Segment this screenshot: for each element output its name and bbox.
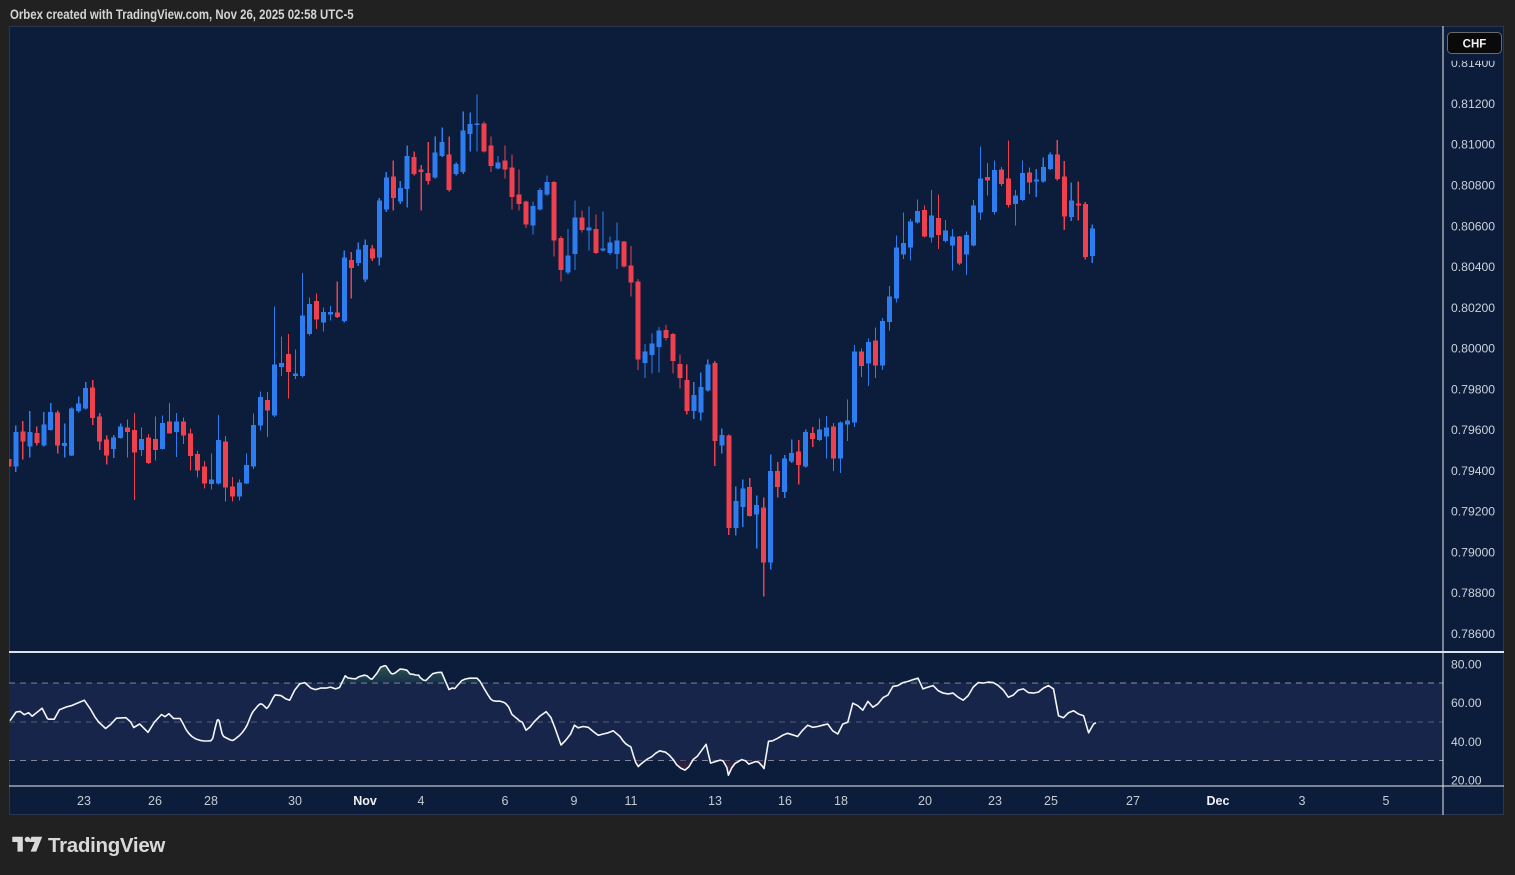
svg-text:80.00: 80.00 (1451, 658, 1482, 672)
svg-text:26: 26 (148, 794, 162, 808)
svg-text:CHF: CHF (1463, 39, 1487, 51)
svg-text:23: 23 (77, 794, 91, 808)
svg-text:Dec: Dec (1207, 794, 1230, 808)
svg-text:27: 27 (1126, 794, 1140, 808)
svg-text:0.79400: 0.79400 (1451, 464, 1495, 478)
svg-text:3: 3 (1299, 794, 1306, 808)
svg-text:11: 11 (625, 794, 638, 808)
svg-text:6: 6 (502, 794, 509, 808)
svg-text:0.79600: 0.79600 (1451, 423, 1495, 437)
svg-text:TradingView: TradingView (48, 834, 165, 857)
svg-text:20.00: 20.00 (1451, 773, 1482, 787)
svg-text:13: 13 (708, 794, 722, 808)
svg-text:0.81000: 0.81000 (1451, 138, 1495, 152)
svg-text:5: 5 (1383, 794, 1390, 808)
svg-text:0.80400: 0.80400 (1451, 260, 1495, 274)
svg-text:9: 9 (571, 794, 578, 808)
svg-text:0.79000: 0.79000 (1451, 545, 1495, 559)
svg-text:28: 28 (204, 794, 218, 808)
svg-text:0.80200: 0.80200 (1451, 301, 1495, 315)
svg-text:16: 16 (778, 794, 792, 808)
svg-text:0.81200: 0.81200 (1451, 97, 1495, 111)
svg-text:0.80600: 0.80600 (1451, 219, 1495, 233)
svg-text:40.00: 40.00 (1451, 735, 1482, 749)
svg-text:Nov: Nov (353, 794, 377, 808)
svg-text:0.80000: 0.80000 (1451, 342, 1495, 356)
svg-text:20: 20 (918, 794, 932, 808)
svg-text:0.79800: 0.79800 (1451, 382, 1495, 396)
svg-text:25: 25 (1044, 794, 1058, 808)
svg-text:30: 30 (288, 794, 302, 808)
svg-text:0.80800: 0.80800 (1451, 179, 1495, 193)
svg-text:0.79200: 0.79200 (1451, 505, 1495, 519)
svg-text:4: 4 (418, 794, 425, 808)
svg-text:60.00: 60.00 (1451, 696, 1482, 710)
svg-text:0.78800: 0.78800 (1451, 586, 1495, 600)
svg-text:23: 23 (988, 794, 1002, 808)
svg-text:0.78600: 0.78600 (1451, 627, 1495, 641)
svg-text:18: 18 (834, 794, 848, 808)
